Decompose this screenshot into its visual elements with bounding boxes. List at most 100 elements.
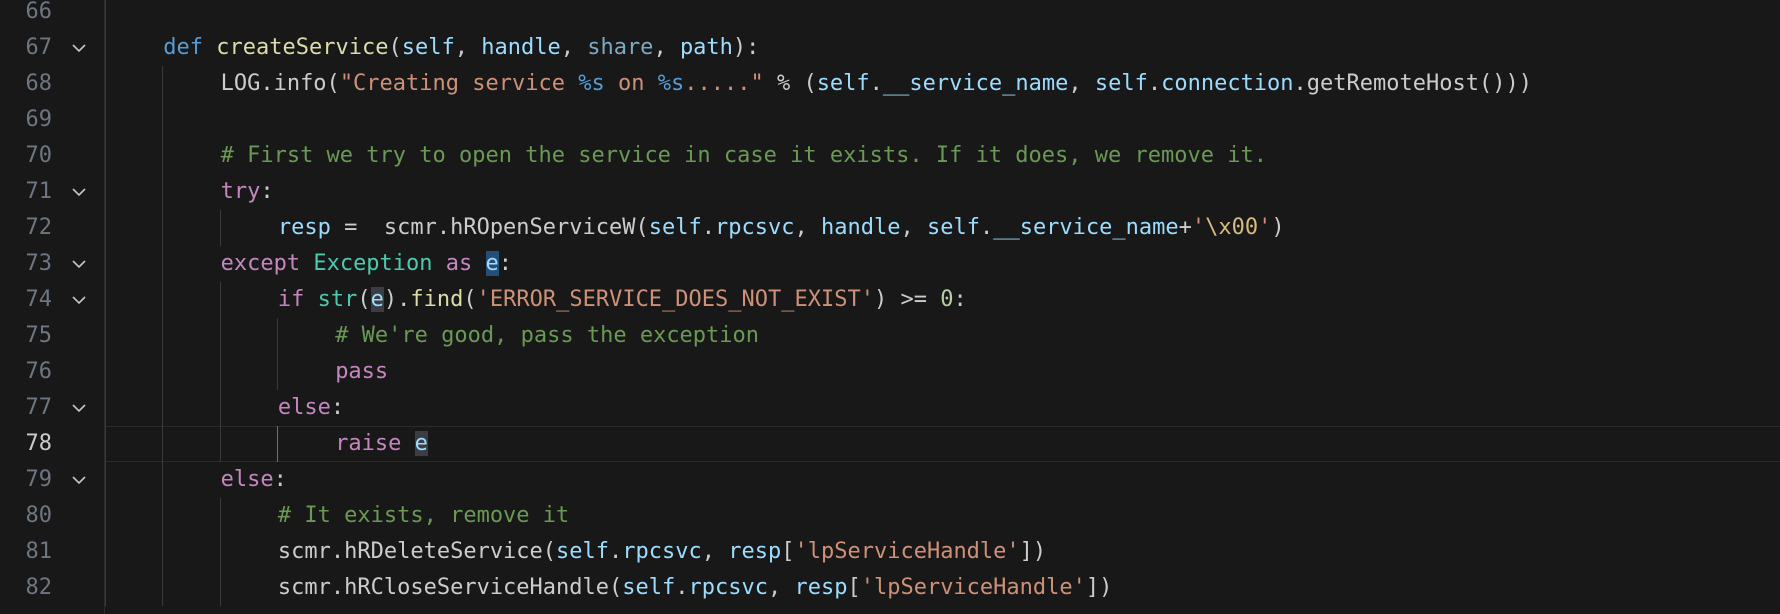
code-line[interactable]: 71 try: bbox=[0, 174, 1780, 210]
code-text: except Exception as e: bbox=[221, 246, 512, 282]
code-line[interactable]: 80 # It exists, remove it bbox=[0, 498, 1780, 534]
chevron-down-icon[interactable] bbox=[70, 183, 88, 201]
code-content[interactable]: # We're good, pass the exception bbox=[105, 318, 1780, 354]
code-token: LOG.info( bbox=[220, 71, 340, 96]
code-line[interactable]: 70 # First we try to open the service in … bbox=[0, 138, 1780, 174]
code-token: as bbox=[445, 251, 473, 276]
chevron-down-icon[interactable] bbox=[70, 39, 88, 57]
indent-guide bbox=[219, 210, 221, 246]
code-content[interactable] bbox=[105, 102, 1780, 138]
code-token: \x00 bbox=[1205, 215, 1259, 240]
code-line[interactable]: 66 bbox=[0, 0, 1780, 30]
indent-guide bbox=[105, 354, 106, 390]
code-line[interactable]: 77 else: bbox=[0, 390, 1780, 426]
line-number: 78 bbox=[25, 431, 53, 456]
code-editor[interactable]: 66 67 def createService(self, handle, shar… bbox=[0, 0, 1780, 614]
code-line[interactable]: 68 LOG.info("Creating service %s on %s...… bbox=[0, 66, 1780, 102]
indent-guide bbox=[162, 534, 164, 570]
code-token: : bbox=[330, 395, 345, 420]
code-token: # We're good, pass the exception bbox=[335, 323, 760, 348]
code-line[interactable]: 81 scmr.hRDeleteService(self.rpcsvc, resp… bbox=[0, 534, 1780, 570]
code-content[interactable]: else: bbox=[105, 462, 1780, 498]
code-content[interactable]: scmr.hRDeleteService(self.rpcsvc, resp['… bbox=[105, 534, 1780, 570]
code-content[interactable]: pass bbox=[105, 354, 1780, 390]
code-token: # First we try to open the service in ca… bbox=[220, 143, 1267, 168]
code-token: handle bbox=[481, 35, 561, 60]
code-token: ' bbox=[1258, 215, 1272, 240]
code-text: scmr.hRCloseServiceHandle(self.rpcsvc, r… bbox=[278, 570, 1113, 606]
code-line[interactable]: 73 except Exception as e: bbox=[0, 246, 1780, 282]
code-text: resp = scmr.hROpenServiceW(self.rpcsvc, … bbox=[278, 210, 1285, 246]
indent-guide bbox=[162, 390, 164, 426]
code-content[interactable]: except Exception as e: bbox=[105, 246, 1780, 282]
line-number: 73 bbox=[25, 251, 53, 276]
indent-guide bbox=[105, 30, 106, 66]
code-line[interactable]: 78 raise e bbox=[0, 426, 1780, 462]
code-content[interactable]: raise e bbox=[105, 426, 1780, 462]
chevron-down-icon[interactable] bbox=[70, 291, 88, 309]
indent-guide bbox=[219, 498, 221, 534]
code-token: . bbox=[1147, 71, 1162, 96]
code-line[interactable]: 67 def createService(self, handle, share,… bbox=[0, 30, 1780, 66]
indent-guide bbox=[162, 318, 164, 354]
line-number: 77 bbox=[25, 395, 53, 420]
chevron-down-icon[interactable] bbox=[70, 471, 88, 489]
code-line[interactable]: 75 # We're good, pass the exception bbox=[0, 318, 1780, 354]
code-content[interactable]: try: bbox=[105, 174, 1780, 210]
code-token: ( bbox=[463, 287, 477, 312]
indent-guide bbox=[105, 534, 106, 570]
code-token: ) bbox=[1271, 215, 1285, 240]
indent-guide bbox=[162, 354, 164, 390]
code-token: __service_name bbox=[993, 215, 1179, 240]
code-token: . bbox=[701, 215, 715, 240]
code-content[interactable]: # First we try to open the service in ca… bbox=[105, 138, 1780, 174]
code-token: self bbox=[926, 215, 980, 240]
code-line[interactable]: 82 scmr.hRCloseServiceHandle(self.rpcsvc,… bbox=[0, 570, 1780, 606]
code-token: : bbox=[498, 251, 513, 276]
code-content[interactable]: scmr.hRCloseServiceHandle(self.rpcsvc, r… bbox=[105, 570, 1780, 606]
indent-guide bbox=[219, 390, 221, 426]
code-token: , bbox=[653, 35, 680, 60]
line-number: 72 bbox=[25, 215, 53, 240]
code-content[interactable]: def createService(self, handle, share, p… bbox=[105, 30, 1780, 66]
code-line[interactable]: 76 pass bbox=[0, 354, 1780, 390]
code-token: , bbox=[454, 35, 482, 60]
indent-guide bbox=[162, 570, 164, 606]
chevron-down-icon[interactable] bbox=[70, 399, 88, 417]
indent-guide bbox=[219, 318, 221, 354]
code-line[interactable]: 72 resp = scmr.hROpenServiceW(self.rpcsvc… bbox=[0, 210, 1780, 246]
code-token: %s bbox=[578, 71, 605, 96]
indent-guide bbox=[105, 498, 106, 534]
line-number: 67 bbox=[25, 35, 53, 60]
code-content[interactable]: else: bbox=[105, 390, 1780, 426]
code-token: path bbox=[679, 35, 733, 60]
code-token: self bbox=[622, 575, 676, 600]
chevron-down-icon[interactable] bbox=[70, 255, 88, 273]
indent-guide bbox=[162, 462, 164, 498]
code-token: 0 bbox=[940, 287, 954, 312]
code-token: 'lpServiceHandle' bbox=[794, 539, 1020, 564]
line-number: 69 bbox=[25, 107, 53, 132]
code-token: find bbox=[410, 287, 464, 312]
indent-guide bbox=[105, 246, 106, 282]
code-text: raise e bbox=[335, 426, 428, 462]
code-content[interactable]: LOG.info("Creating service %s on %s.....… bbox=[105, 66, 1780, 102]
code-token: resp bbox=[277, 215, 331, 240]
code-token: connection bbox=[1161, 71, 1294, 96]
code-line[interactable]: 74 if str(e).find('ERROR_SERVICE_DOES_NOT… bbox=[0, 282, 1780, 318]
code-content[interactable]: # It exists, remove it bbox=[105, 498, 1780, 534]
code-text: else: bbox=[278, 390, 344, 426]
code-text: LOG.info("Creating service %s on %s.....… bbox=[221, 66, 1532, 102]
code-content[interactable]: if str(e).find('ERROR_SERVICE_DOES_NOT_E… bbox=[105, 282, 1780, 318]
code-line[interactable]: 69 bbox=[0, 102, 1780, 138]
code-token: self bbox=[816, 71, 870, 96]
code-line[interactable]: 79 else: bbox=[0, 462, 1780, 498]
code-content[interactable] bbox=[105, 0, 1780, 30]
code-content[interactable]: resp = scmr.hROpenServiceW(self.rpcsvc, … bbox=[105, 210, 1780, 246]
code-token: . bbox=[979, 215, 994, 240]
line-number: 80 bbox=[25, 503, 53, 528]
indent-guide bbox=[162, 138, 164, 174]
